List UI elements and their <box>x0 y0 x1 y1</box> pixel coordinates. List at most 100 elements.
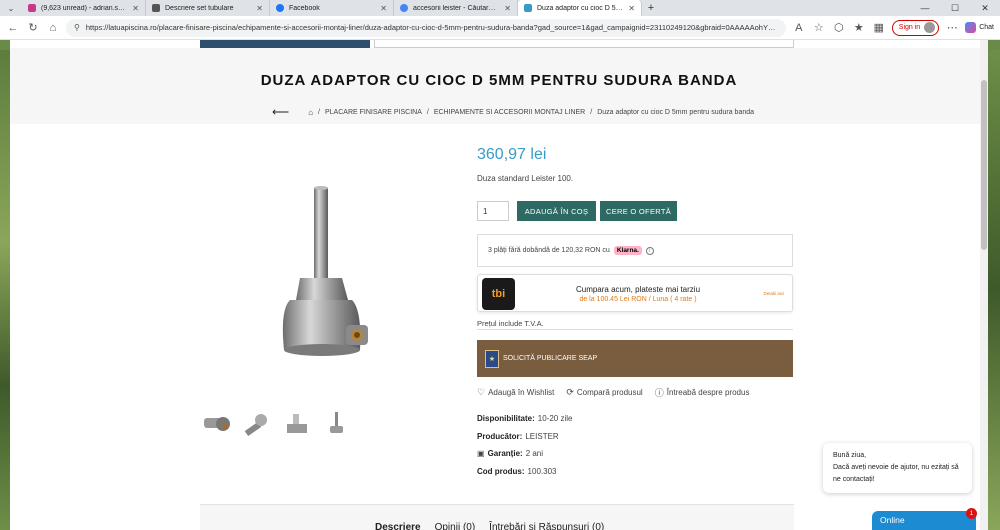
close-window-icon[interactable]: ✕ <box>970 0 1000 16</box>
home-icon[interactable]: ⌂ <box>46 22 60 34</box>
collections-icon[interactable]: ▦ <box>872 21 886 34</box>
tab-product[interactable]: Duza adaptor cu cioc D 5mm pent ✕ <box>518 0 642 16</box>
desktop-background-right <box>988 50 1000 530</box>
back-icon[interactable]: ← <box>6 22 20 34</box>
google-icon <box>400 4 408 12</box>
compare-link[interactable]: ⟳ Compară produsul <box>566 386 642 399</box>
home-icon[interactable]: ⌂ <box>308 108 313 117</box>
site-icon <box>524 4 532 12</box>
product-price: 360,97 lei <box>477 146 547 163</box>
tab-gmail[interactable]: (9,623 unread) - adrian.speriatu@ ✕ <box>22 0 146 16</box>
search-bar[interactable] <box>374 40 794 48</box>
ask-question-link[interactable]: ⓘ Întreabă despre produs <box>655 386 750 399</box>
klarna-text: 3 plăți fără dobândă de 120,32 RON cu <box>488 247 610 254</box>
sign-in-label: Sign in <box>898 24 921 31</box>
close-icon[interactable]: ✕ <box>504 4 511 13</box>
sign-in-button[interactable]: Sign in <box>891 19 940 36</box>
close-icon[interactable]: ✕ <box>380 4 387 13</box>
url-field[interactable]: ⚲ https://latuapiscina.ro/placare-finisa… <box>66 18 786 37</box>
category-menu-button[interactable] <box>200 40 370 48</box>
question-icon: ⓘ <box>654 388 664 398</box>
tab-questions[interactable]: Întrebări și Răspunsuri (0) <box>489 522 604 530</box>
divider <box>477 329 793 330</box>
window-controls: — ☐ ✕ <box>910 0 1000 16</box>
tab-reviews[interactable]: Opinii (0) <box>435 522 476 530</box>
browser-tab-strip: ⌄ (9,623 unread) - adrian.speriatu@ ✕ De… <box>0 0 1000 16</box>
tbi-details-link[interactable]: Detalii aici <box>763 291 784 296</box>
tab-title: Facebook <box>289 4 320 12</box>
maximize-icon[interactable]: ☐ <box>940 0 970 16</box>
breadcrumb: ⟵ ⌂ / PLACARE FINISARE PISCINA / ECHIPAM… <box>272 105 755 119</box>
page-scrollbar[interactable] <box>980 40 988 530</box>
back-arrow-icon[interactable]: ⟵ <box>272 105 289 119</box>
tab-title: Duza adaptor cu cioc D 5mm pent <box>537 4 623 12</box>
tbi-financing-banner[interactable]: tbi Cumpara acum, plateste mai tarziu de… <box>477 274 793 312</box>
page-title: DUZA ADAPTOR CU CIOC D 5MM PENTRU SUDURA… <box>260 72 738 89</box>
extensions-icon[interactable]: ⬡ <box>832 21 846 34</box>
page-icon <box>152 4 160 12</box>
facebook-icon <box>276 4 284 12</box>
chat-greeting[interactable]: Bună ziua, Dacă aveți nevoie de ajutor, … <box>823 443 972 493</box>
tab-description[interactable]: Descriere <box>375 522 421 530</box>
request-offer-button[interactable]: CERE O OFERTĂ <box>600 201 677 221</box>
breadcrumb-item[interactable]: ECHIPAMENTE SI ACCESORII MONTAJ LINER <box>434 109 585 116</box>
url-text: https://latuapiscina.ro/placare-finisare… <box>85 23 778 32</box>
heart-icon: ♡ <box>477 387 486 397</box>
favorite-icon[interactable]: ☆ <box>812 21 826 34</box>
thumbnail-2[interactable] <box>240 408 274 438</box>
warranty-icon: ▣ <box>477 449 485 459</box>
more-icon[interactable]: ⋯ <box>945 21 959 34</box>
quantity-input[interactable]: 1 <box>477 201 509 221</box>
klarna-installments: 3 plăți fără dobândă de 120,32 RON cu Kl… <box>477 234 793 267</box>
chat-online-button[interactable]: Online <box>872 511 976 530</box>
tab-google[interactable]: accesorii leister - Căutare Google ✕ <box>394 0 518 16</box>
seap-request-button[interactable]: ★ SOLICITĂ PUBLICARE SEAP <box>477 340 793 377</box>
title-section: DUZA ADAPTOR CU CIOC D 5MM PENTRU SUDURA… <box>10 48 988 124</box>
tbi-rate: de la 100.45 Lei RON / Luna ( 4 rate ) <box>579 296 697 303</box>
site-header-remnant <box>10 40 988 48</box>
close-icon[interactable]: ✕ <box>132 4 139 13</box>
klarna-logo: Klarna. <box>613 246 642 255</box>
read-aloud-icon[interactable]: A <box>792 22 806 34</box>
thumbnail-1[interactable] <box>200 408 234 438</box>
seap-label: SOLICITĂ PUBLICARE SEAP <box>503 355 598 362</box>
tab-descriere[interactable]: Descriere set tubulare ✕ <box>146 0 270 16</box>
info-icon[interactable]: i <box>645 246 654 255</box>
reload-icon[interactable]: ↻ <box>26 21 40 34</box>
chat-greeting-line1: Bună ziua, <box>833 452 867 459</box>
minimize-icon[interactable]: — <box>910 0 940 16</box>
tbi-logo: tbi <box>482 278 515 310</box>
tab-title: accesorii leister - Căutare Google <box>413 4 500 12</box>
close-icon[interactable]: ✕ <box>628 4 635 13</box>
tab-facebook[interactable]: Facebook ✕ <box>270 0 394 16</box>
tab-list-icon[interactable]: ⌄ <box>0 4 22 13</box>
wishlist-link[interactable]: ♡ Adaugă în Wishlist <box>477 386 554 399</box>
close-icon[interactable]: ✕ <box>256 4 263 13</box>
spec-availability: Disponibilitate: 10-20 zile <box>477 414 573 424</box>
product-actions: ♡ Adaugă în Wishlist ⟳ Compară produsul ⓘ Î… <box>477 386 749 399</box>
favorites-icon[interactable]: ★ <box>852 21 866 34</box>
chat-notification-badge: 1 <box>966 508 977 519</box>
avatar <box>924 22 936 33</box>
tab-title: Descriere set tubulare <box>165 4 234 12</box>
seap-icon: ★ <box>485 349 499 368</box>
thumbnail-4[interactable] <box>320 408 354 438</box>
thumbnail-strip <box>200 408 354 438</box>
tbi-headline: Cumpara acum, plateste mai tarziu <box>575 285 701 294</box>
vat-note: Prețul include T.V.A. <box>477 319 544 328</box>
spec-manufacturer: Producător: LEISTER <box>477 431 559 441</box>
compare-icon: ⟳ <box>566 387 574 397</box>
product-image[interactable] <box>200 160 462 390</box>
address-bar: ← ↻ ⌂ ⚲ https://latuapiscina.ro/placare-… <box>0 16 1000 40</box>
scrollbar-thumb[interactable] <box>981 80 987 250</box>
thumbnail-3[interactable] <box>280 408 314 438</box>
chat-greeting-line2: Dacă aveți nevoie de ajutor, nu ezitați … <box>833 464 959 483</box>
breadcrumb-item[interactable]: PLACARE FINISARE PISCINA <box>325 109 422 116</box>
product-tabs: Descriere Opinii (0) Întrebări și Răspun… <box>200 504 794 530</box>
site-info-icon[interactable]: ⚲ <box>74 23 80 32</box>
product-short-description: Duza standard Leister 100. <box>477 174 574 183</box>
copilot-chat-button[interactable]: Chat <box>965 22 994 33</box>
spec-warranty: ▣ Garanție: 2 ani <box>477 449 544 459</box>
new-tab-button[interactable]: + <box>642 2 660 14</box>
add-to-cart-button[interactable]: ADAUGĂ ÎN COȘ <box>517 201 596 221</box>
